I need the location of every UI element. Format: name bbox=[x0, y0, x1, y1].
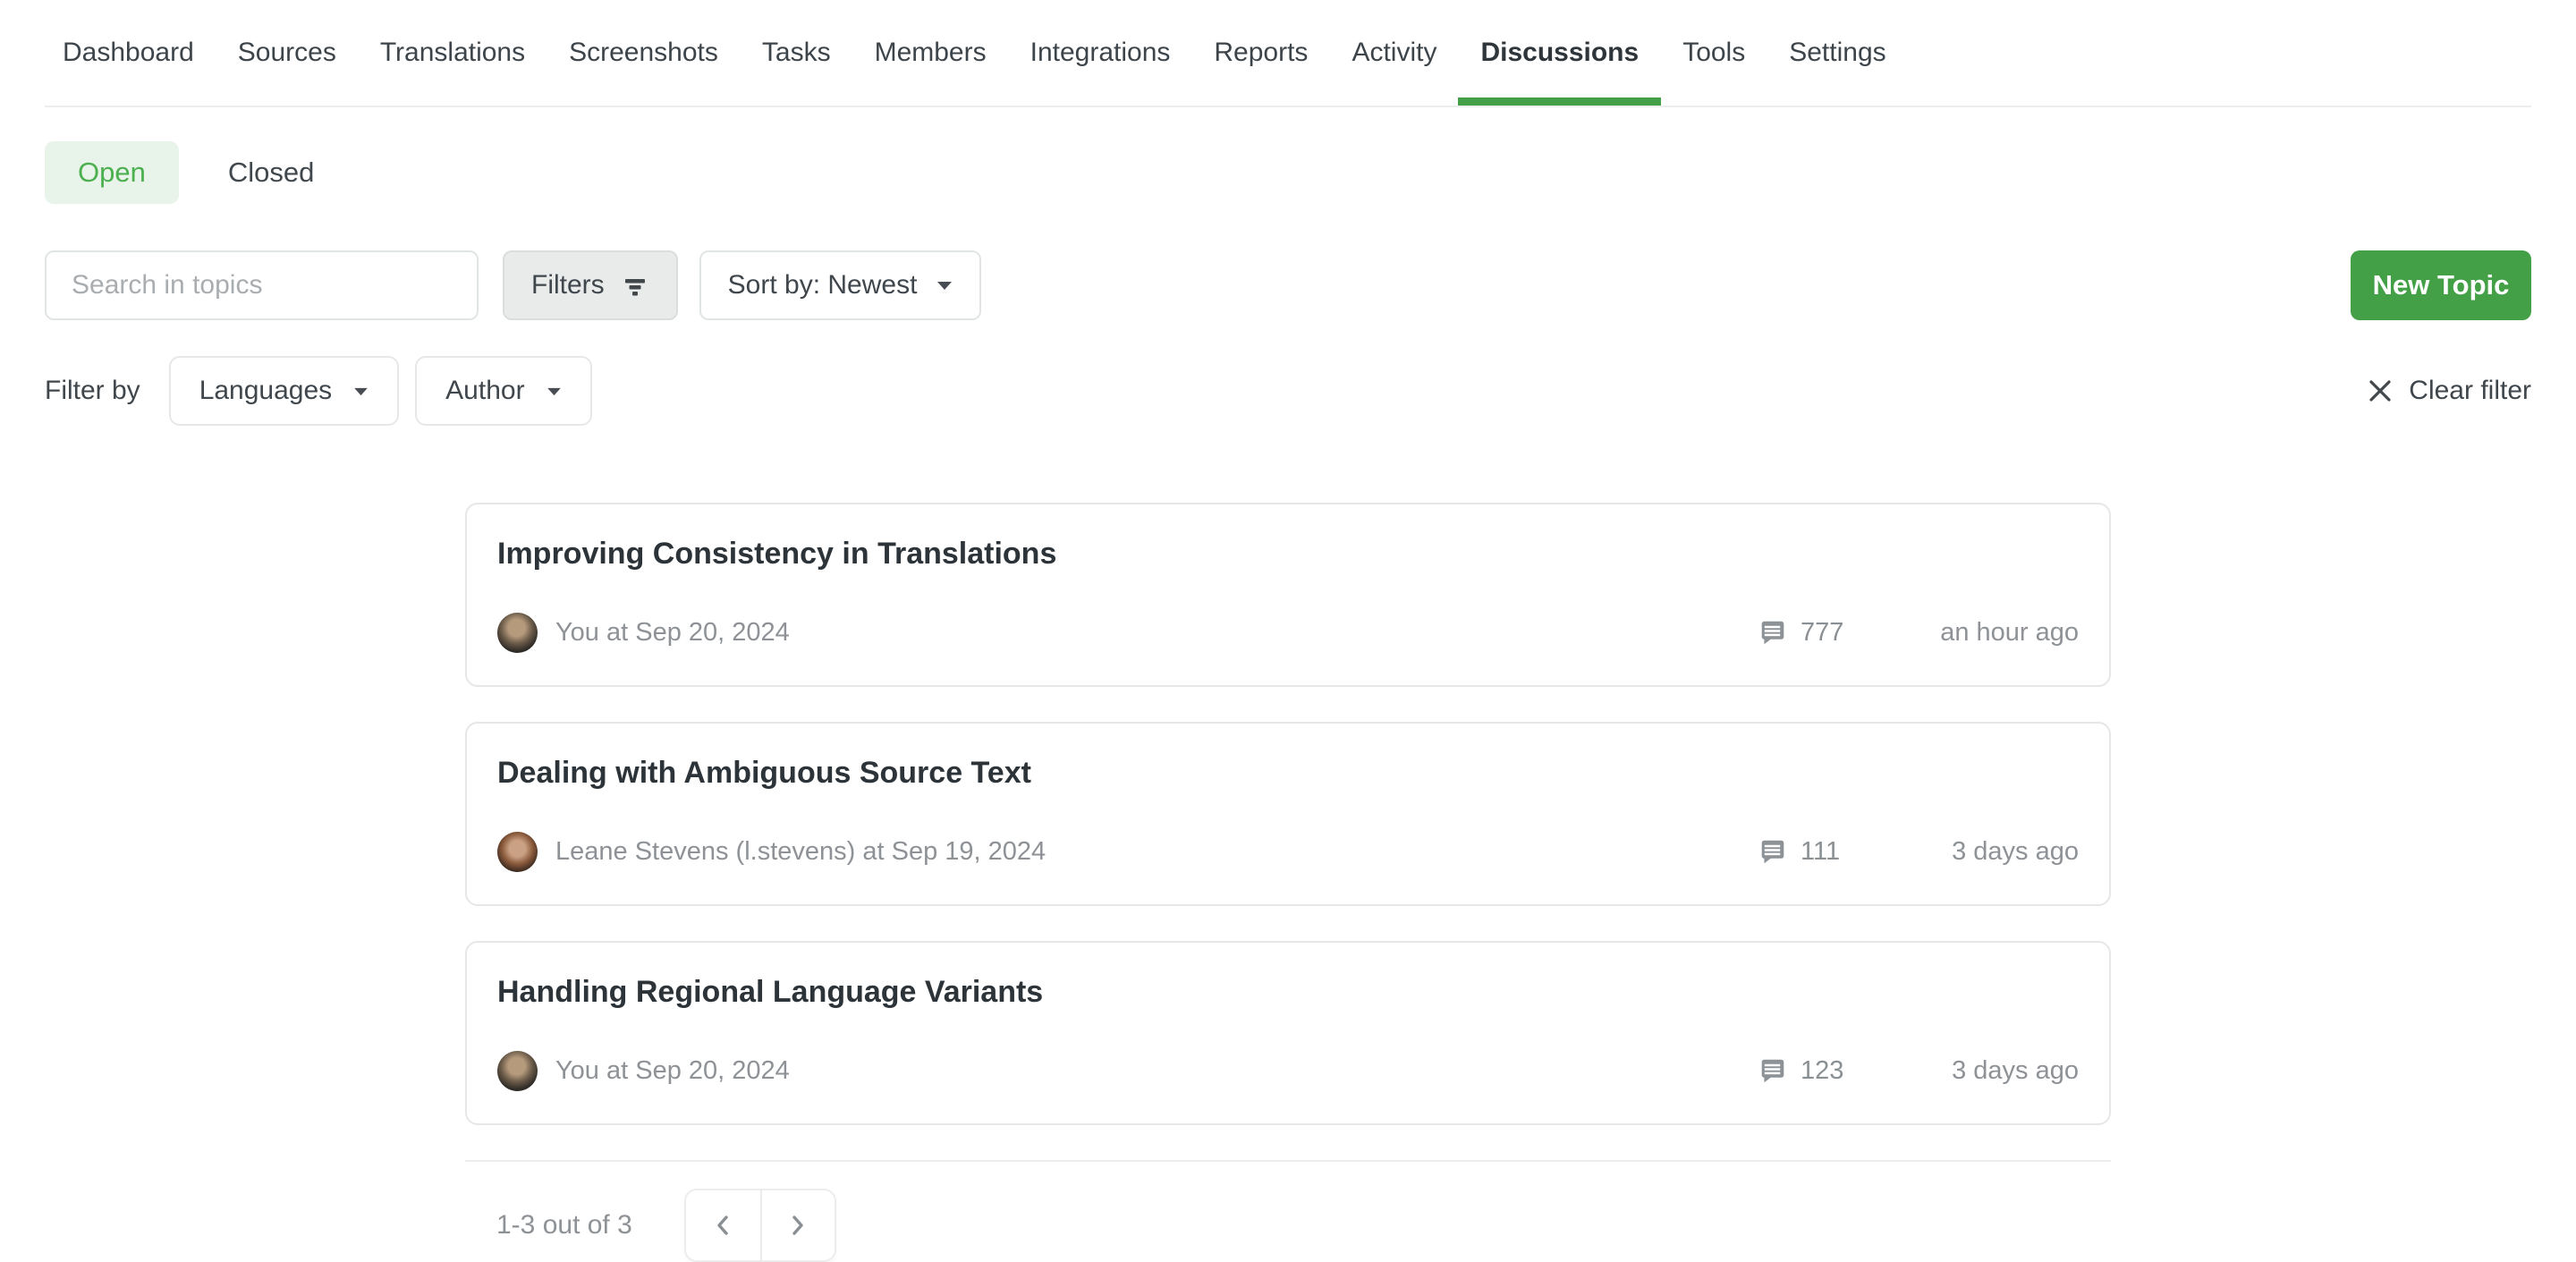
nav-item-reports[interactable]: Reports bbox=[1214, 38, 1308, 106]
languages-dropdown-label: Languages bbox=[199, 376, 332, 406]
comment-bubble-icon bbox=[1758, 1057, 1786, 1085]
nav-item-tools[interactable]: Tools bbox=[1682, 38, 1745, 106]
filter-lines-icon bbox=[621, 271, 649, 300]
topic-title[interactable]: Dealing with Ambiguous Source Text bbox=[497, 756, 2079, 791]
sort-button-label: Sort by: Newest bbox=[728, 270, 918, 301]
pagination-summary: 1-3 out of 3 bbox=[465, 1210, 632, 1241]
nav-item-screenshots[interactable]: Screenshots bbox=[569, 38, 718, 106]
filter-bar: Filter by Languages Author Clear filter bbox=[45, 356, 2531, 426]
pagination: 1-3 out of 3 bbox=[465, 1189, 2111, 1262]
status-tabs: Open Closed bbox=[45, 141, 2531, 204]
nav-item-activity[interactable]: Activity bbox=[1352, 38, 1436, 106]
topic-time: 3 days ago bbox=[1864, 837, 2079, 867]
comment-count-value: 111 bbox=[1801, 837, 1840, 867]
clear-filter-label: Clear filter bbox=[2409, 376, 2531, 406]
toolbar: Filters Sort by: Newest New Topic bbox=[45, 250, 2531, 320]
top-navigation: Dashboard Sources Translations Screensho… bbox=[45, 0, 2531, 107]
chevron-down-icon bbox=[353, 386, 369, 396]
avatar bbox=[497, 613, 538, 653]
previous-page-button[interactable] bbox=[686, 1190, 760, 1260]
comment-bubble-icon bbox=[1758, 619, 1786, 647]
chevron-down-icon bbox=[936, 280, 953, 291]
topic-card[interactable]: Improving Consistency in Translations Yo… bbox=[465, 503, 2111, 687]
filters-button[interactable]: Filters bbox=[503, 250, 678, 320]
topic-card[interactable]: Dealing with Ambiguous Source Text Leane… bbox=[465, 722, 2111, 906]
topic-meta: You at Sep 20, 2024 777 an hour ago bbox=[497, 613, 2079, 653]
nav-item-members[interactable]: Members bbox=[875, 38, 987, 106]
comment-count: 123 bbox=[1758, 1056, 1864, 1086]
close-icon bbox=[2367, 377, 2394, 404]
tab-closed[interactable]: Closed bbox=[195, 141, 348, 204]
filters-button-label: Filters bbox=[531, 270, 605, 301]
nav-item-tasks[interactable]: Tasks bbox=[762, 38, 831, 106]
sort-button[interactable]: Sort by: Newest bbox=[699, 250, 982, 320]
comment-count: 777 bbox=[1758, 618, 1864, 648]
new-topic-button[interactable]: New Topic bbox=[2351, 250, 2531, 320]
clear-filter-button[interactable]: Clear filter bbox=[2367, 376, 2531, 406]
topic-author-line: You at Sep 20, 2024 bbox=[555, 618, 1758, 648]
list-divider bbox=[465, 1160, 2111, 1162]
topic-author-line: Leane Stevens (l.stevens) at Sep 19, 202… bbox=[555, 837, 1758, 867]
nav-item-sources[interactable]: Sources bbox=[238, 38, 336, 106]
topic-list: Improving Consistency in Translations Yo… bbox=[465, 503, 2111, 1125]
tab-open[interactable]: Open bbox=[45, 141, 179, 204]
topic-meta: You at Sep 20, 2024 123 3 days ago bbox=[497, 1051, 2079, 1091]
comment-count: 111 bbox=[1758, 837, 1864, 867]
topic-author-line: You at Sep 20, 2024 bbox=[555, 1056, 1758, 1086]
search-input[interactable] bbox=[45, 250, 479, 320]
author-dropdown[interactable]: Author bbox=[415, 356, 591, 426]
nav-item-integrations[interactable]: Integrations bbox=[1030, 38, 1171, 106]
avatar bbox=[497, 1051, 538, 1091]
topic-card[interactable]: Handling Regional Language Variants You … bbox=[465, 941, 2111, 1125]
chevron-right-icon bbox=[788, 1212, 808, 1239]
nav-item-dashboard[interactable]: Dashboard bbox=[63, 38, 194, 106]
topic-time: 3 days ago bbox=[1864, 1056, 2079, 1086]
pager-control bbox=[684, 1189, 836, 1262]
topic-title[interactable]: Improving Consistency in Translations bbox=[497, 537, 2079, 572]
nav-list: Dashboard Sources Translations Screensho… bbox=[63, 0, 2531, 106]
topic-title[interactable]: Handling Regional Language Variants bbox=[497, 975, 2079, 1010]
comment-bubble-icon bbox=[1758, 838, 1786, 866]
comment-count-value: 777 bbox=[1801, 618, 1843, 648]
topic-time: an hour ago bbox=[1864, 618, 2079, 648]
next-page-button[interactable] bbox=[760, 1190, 835, 1260]
nav-item-settings[interactable]: Settings bbox=[1789, 38, 1885, 106]
chevron-down-icon bbox=[547, 386, 562, 396]
author-dropdown-label: Author bbox=[445, 376, 524, 406]
comment-count-value: 123 bbox=[1801, 1056, 1843, 1086]
topic-meta: Leane Stevens (l.stevens) at Sep 19, 202… bbox=[497, 832, 2079, 872]
filter-by-label: Filter by bbox=[45, 376, 140, 406]
nav-item-discussions[interactable]: Discussions bbox=[1458, 38, 1661, 106]
languages-dropdown[interactable]: Languages bbox=[169, 356, 399, 426]
avatar bbox=[497, 832, 538, 872]
chevron-left-icon bbox=[713, 1212, 733, 1239]
nav-item-translations[interactable]: Translations bbox=[380, 38, 525, 106]
